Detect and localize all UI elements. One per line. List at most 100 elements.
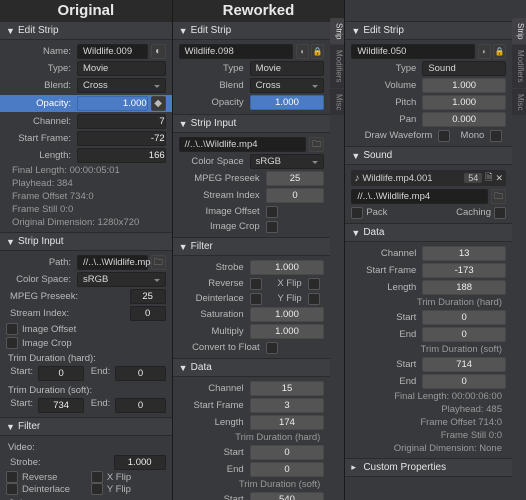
- tab-misc[interactable]: Misc: [512, 89, 526, 115]
- caching-checkbox[interactable]: [494, 207, 506, 219]
- data-header[interactable]: ▼ Data: [345, 223, 512, 242]
- opacity-field[interactable]: 1.000: [77, 96, 148, 111]
- reverse-checkbox[interactable]: [250, 278, 262, 290]
- blend-dropdown[interactable]: Cross: [250, 78, 325, 93]
- sound-path-field[interactable]: //..\..\Wildlife.mp4: [351, 189, 488, 204]
- blend-dropdown[interactable]: Cross: [77, 78, 166, 93]
- file-browser-icon[interactable]: 🗀: [309, 137, 324, 152]
- collapse-icon: ▼: [179, 26, 187, 36]
- trim-hard-end[interactable]: 0: [250, 462, 325, 477]
- type-value: Movie: [250, 61, 325, 76]
- strobe-field[interactable]: 1.000: [250, 260, 325, 275]
- multiply-field[interactable]: 1.000: [250, 324, 325, 339]
- filter-header[interactable]: ▼ Filter: [0, 417, 172, 436]
- collapse-icon: ▼: [179, 119, 187, 129]
- keyframe-icon[interactable]: ◆: [151, 96, 166, 111]
- channel-field[interactable]: 15: [250, 381, 325, 396]
- image-crop-checkbox[interactable]: [6, 337, 18, 349]
- name-field[interactable]: Wildlife.098: [179, 44, 294, 59]
- unlink-icon[interactable]: ✕: [495, 173, 503, 184]
- column-title-original: Original: [0, 0, 172, 21]
- collapse-icon: ▼: [179, 242, 187, 252]
- start-frame-field[interactable]: 3: [250, 398, 325, 413]
- tab-misc[interactable]: Misc: [330, 89, 344, 115]
- path-field[interactable]: //..\..\Wildlife.mp4: [179, 137, 307, 152]
- saturation-field[interactable]: 1.000: [250, 307, 325, 322]
- reverse-checkbox[interactable]: [6, 471, 18, 483]
- tab-modifiers[interactable]: Modifiers: [512, 45, 526, 87]
- volume-field[interactable]: 1.000: [422, 78, 506, 93]
- frame-still-info: Frame Still 0:0: [6, 203, 166, 216]
- strip-input-header[interactable]: ▼ Strip Input: [173, 114, 331, 133]
- stream-index-field[interactable]: 0: [266, 188, 325, 203]
- trim-soft-start[interactable]: 540: [250, 492, 325, 500]
- deinterlace-checkbox[interactable]: [6, 483, 18, 495]
- mute-icon[interactable]: ◐: [296, 44, 309, 59]
- trim-hard-end[interactable]: 0: [115, 366, 165, 381]
- strip-input-header[interactable]: ▼ Strip Input: [0, 232, 172, 251]
- mpeg-field[interactable]: 25: [130, 289, 166, 304]
- color-space-dropdown[interactable]: sRGB: [250, 154, 325, 169]
- opacity-label: Opacity:: [6, 98, 74, 109]
- image-offset-label: Image Offset: [22, 324, 76, 335]
- name-field[interactable]: Wildlife.050: [351, 44, 475, 59]
- xflip-checkbox[interactable]: [308, 278, 320, 290]
- mono-checkbox[interactable]: [490, 130, 502, 142]
- draw-waveform-checkbox[interactable]: [438, 130, 450, 142]
- channel-field[interactable]: 7: [77, 114, 166, 129]
- filter-header[interactable]: ▼ Filter: [173, 237, 331, 256]
- file-browser-icon[interactable]: 🗀: [491, 189, 506, 204]
- tab-modifiers[interactable]: Modifiers: [330, 45, 344, 87]
- trim-hard-start[interactable]: 0: [250, 445, 325, 460]
- user-count[interactable]: 54: [464, 173, 482, 183]
- opacity-field[interactable]: 1.000: [250, 95, 325, 110]
- playhead-info: Playhead: 384: [6, 177, 166, 190]
- stream-index-field[interactable]: 0: [130, 306, 166, 321]
- yflip-checkbox[interactable]: [91, 483, 103, 495]
- data-header[interactable]: ▼ Data: [173, 358, 331, 377]
- yflip-checkbox[interactable]: [308, 293, 320, 305]
- mpeg-field[interactable]: 25: [266, 171, 325, 186]
- edit-strip-header[interactable]: ▼ Edit Strip: [173, 21, 331, 40]
- file-browser-icon[interactable]: 🗀: [151, 255, 166, 270]
- lock-icon[interactable]: 🔒: [493, 44, 506, 59]
- image-offset-checkbox[interactable]: [6, 323, 18, 335]
- sound-header[interactable]: ▼ Sound: [345, 146, 512, 165]
- trim-soft-start[interactable]: 714: [422, 357, 506, 372]
- convert-float-checkbox[interactable]: [266, 342, 278, 354]
- edit-strip-header[interactable]: ▼ Edit Strip: [0, 21, 172, 40]
- strobe-field[interactable]: 1.000: [114, 455, 166, 470]
- trim-hard-end[interactable]: 0: [422, 327, 506, 342]
- length-field[interactable]: 166: [77, 148, 166, 163]
- channel-field[interactable]: 13: [422, 246, 506, 261]
- start-frame-field[interactable]: -173: [422, 263, 506, 278]
- mute-toggle-icon[interactable]: ◐: [151, 44, 166, 59]
- tab-strip[interactable]: Strip: [330, 18, 344, 44]
- lock-icon[interactable]: 🔒: [311, 44, 324, 59]
- xflip-checkbox[interactable]: [91, 471, 103, 483]
- edit-strip-header[interactable]: ▼ Edit Strip: [345, 21, 512, 40]
- tab-strip[interactable]: Strip: [512, 18, 526, 44]
- channel-label: Channel:: [6, 116, 74, 127]
- pitch-field[interactable]: 1.000: [422, 95, 506, 110]
- trim-hard-start[interactable]: 0: [422, 310, 506, 325]
- mute-icon[interactable]: ◐: [478, 44, 491, 59]
- pan-field[interactable]: 0.000: [422, 112, 506, 127]
- name-field[interactable]: Wildlife.009: [77, 44, 148, 59]
- custom-properties-header[interactable]: ▸ Custom Properties: [345, 458, 512, 477]
- trim-hard-start[interactable]: 0: [38, 366, 84, 381]
- pack-checkbox[interactable]: [351, 207, 363, 219]
- length-field[interactable]: 188: [422, 280, 506, 295]
- fake-user-icon[interactable]: 🗎: [485, 170, 492, 186]
- trim-soft-start[interactable]: 734: [38, 398, 84, 413]
- image-offset-checkbox[interactable]: [266, 206, 278, 218]
- deinterlace-checkbox[interactable]: [250, 293, 262, 305]
- start-frame-field[interactable]: -72: [77, 131, 166, 146]
- length-field[interactable]: 174: [250, 415, 325, 430]
- trim-soft-end[interactable]: 0: [115, 398, 165, 413]
- image-crop-checkbox[interactable]: [266, 221, 278, 233]
- trim-soft-end[interactable]: 0: [422, 374, 506, 389]
- color-space-dropdown[interactable]: sRGB: [77, 272, 166, 287]
- path-field[interactable]: //..\..\Wildlife.mp4: [77, 255, 148, 270]
- sound-datablock[interactable]: ♪ Wildlife.mp4.001 54 🗎 ✕: [351, 170, 506, 186]
